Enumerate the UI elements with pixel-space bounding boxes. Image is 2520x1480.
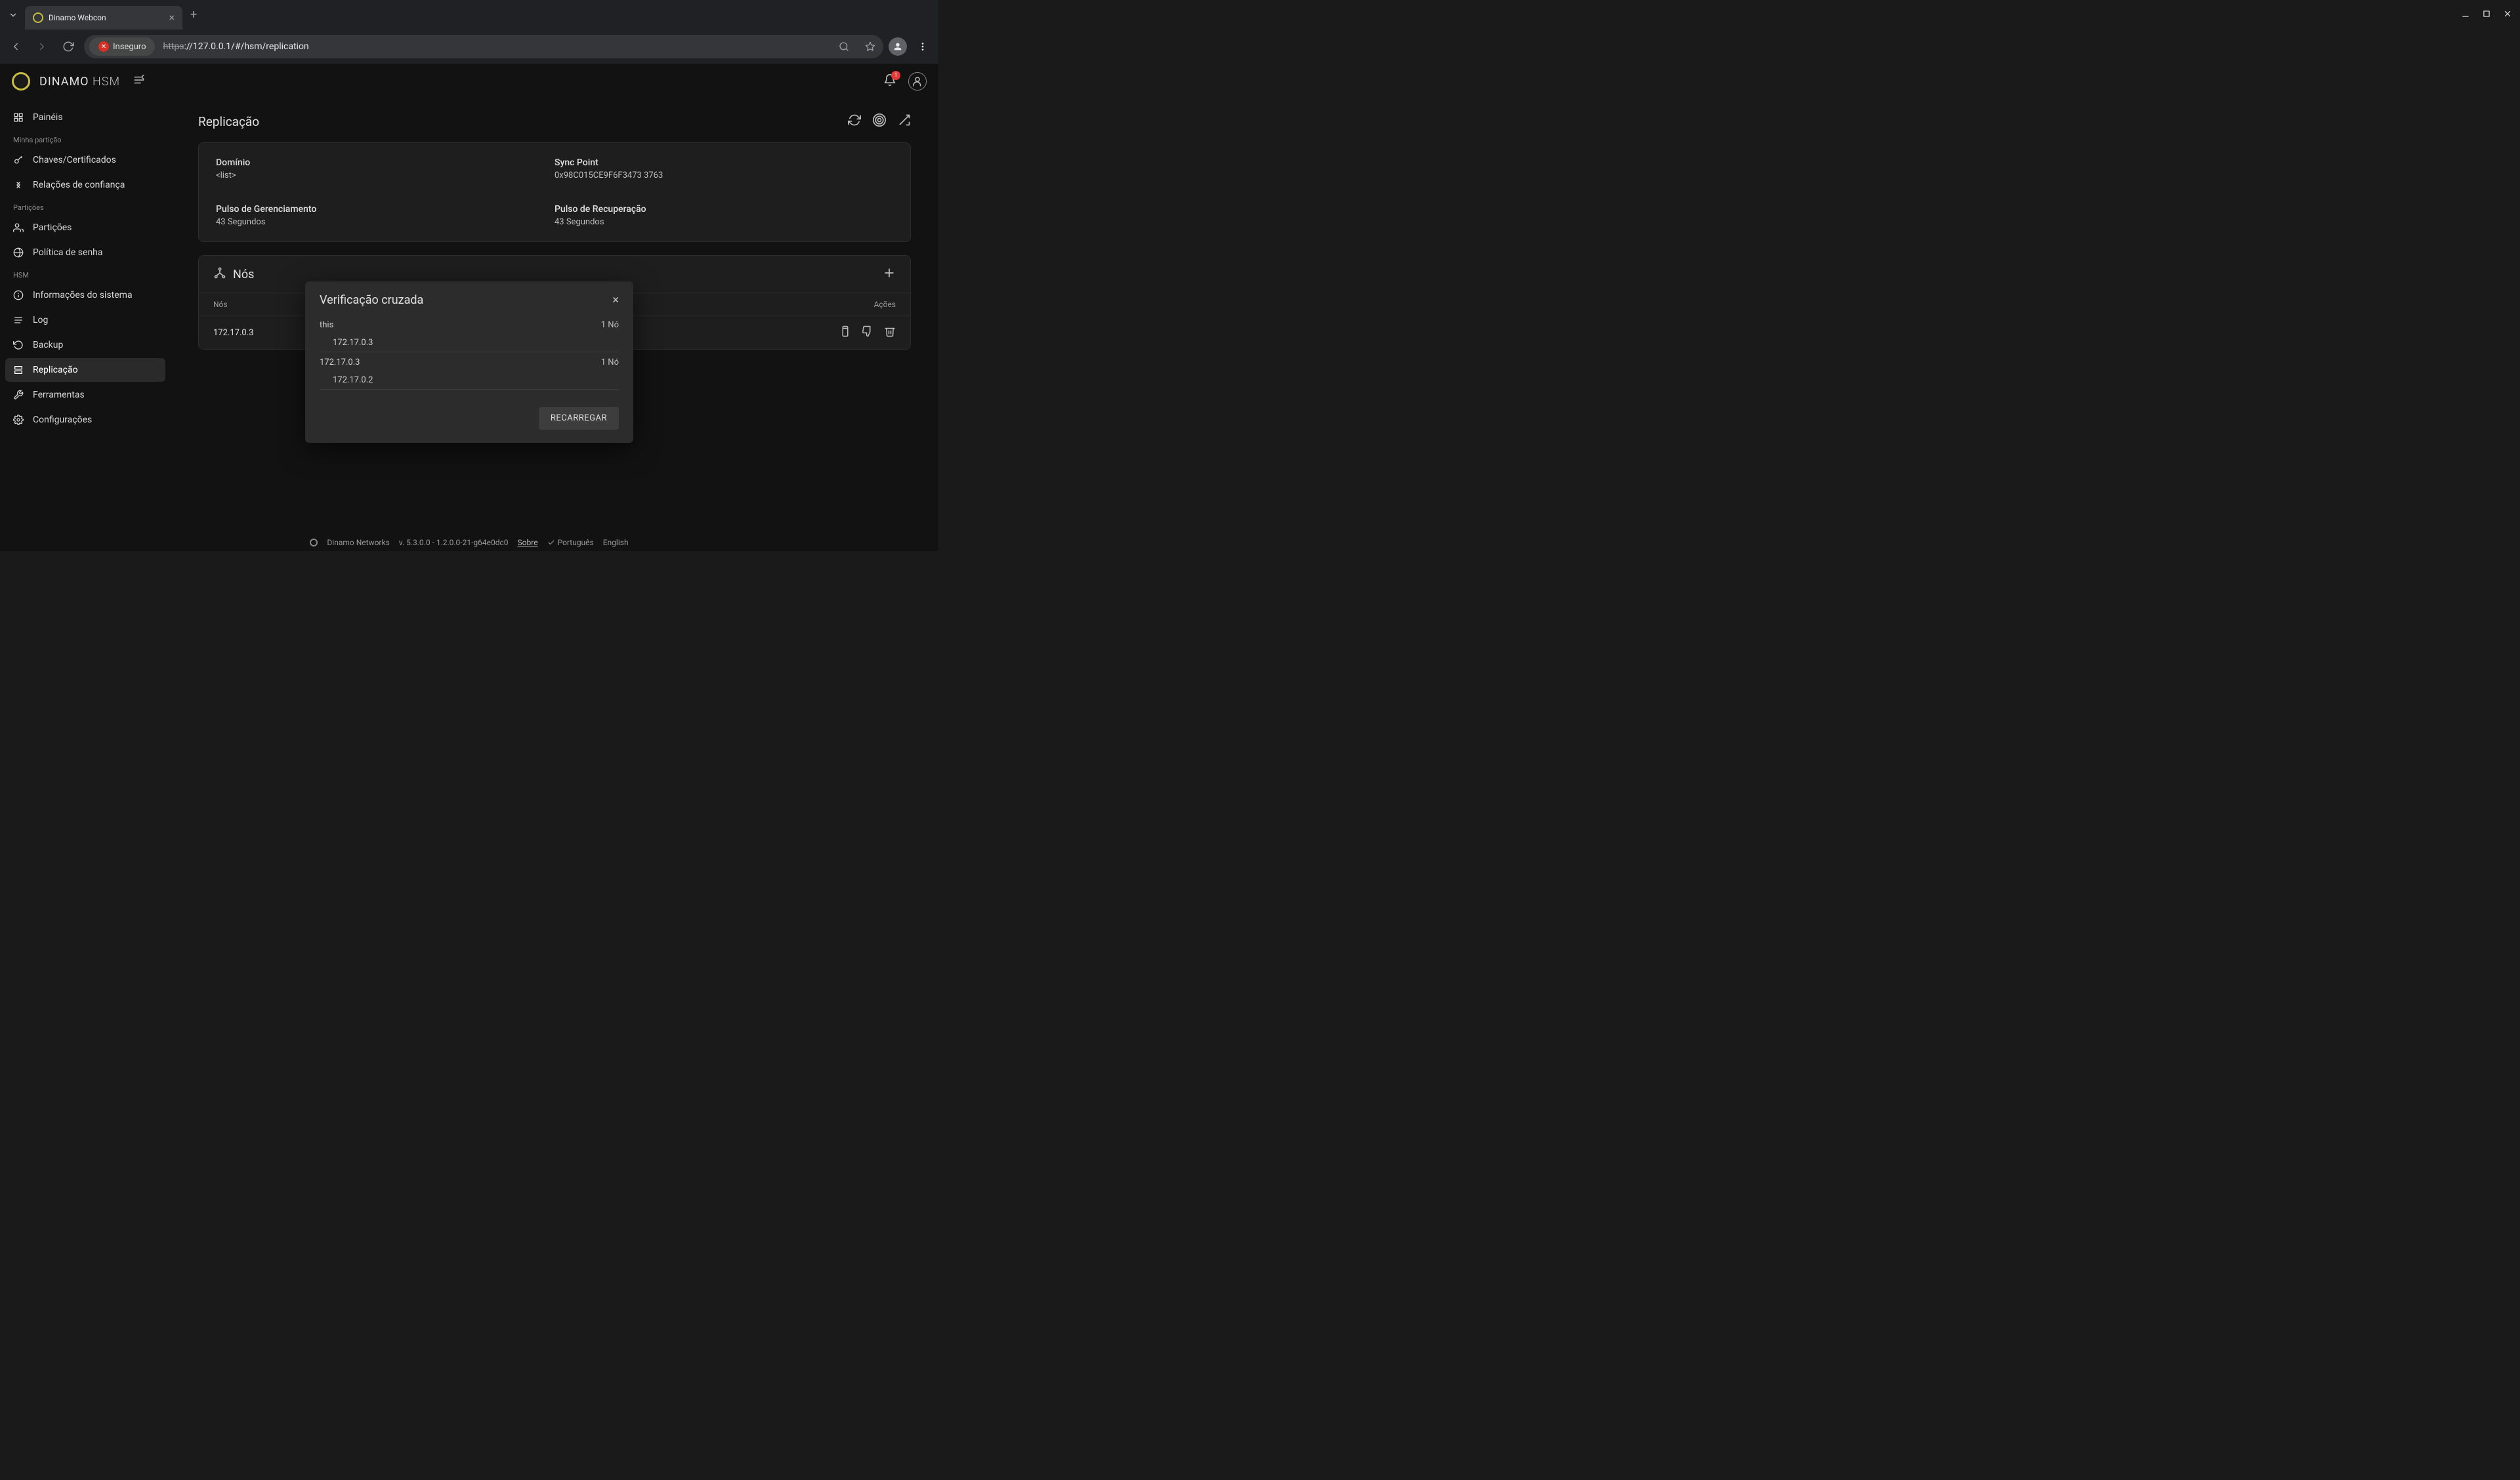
notification-badge: 1 — [891, 71, 900, 80]
dominio-value: <list> — [216, 171, 555, 180]
sidebar-item-replicacao[interactable]: Replicação — [5, 358, 165, 382]
nodes-title: Nós — [233, 268, 254, 281]
node-sync-icon[interactable] — [839, 325, 851, 340]
sidebar-item-configuracoes[interactable]: Configurações — [5, 408, 165, 432]
sidebar-item-log[interactable]: Log — [5, 308, 165, 332]
sync-icon[interactable] — [848, 113, 861, 129]
sidebar-item-chaves[interactable]: Chaves/Certificados — [5, 148, 165, 172]
hub-icon — [213, 266, 226, 282]
sidebar: Painéis Minha partição Chaves/Certificad… — [0, 99, 171, 551]
new-tab-button[interactable]: + — [190, 8, 197, 22]
sidebar-item-info[interactable]: Informações do sistema — [5, 283, 165, 307]
cv-sub: 172.17.0.3 — [320, 334, 619, 352]
cv-sub: 172.17.0.2 — [320, 371, 619, 390]
tab-title: Dinamo Webcon — [49, 13, 163, 22]
sidebar-item-backup[interactable]: Backup — [5, 333, 165, 357]
bookmark-icon[interactable] — [860, 36, 881, 57]
merge-icon[interactable] — [898, 113, 911, 129]
cross-verify-modal: Verificação cruzada × this1 Nó 172.17.0.… — [305, 281, 633, 443]
forward-button[interactable] — [32, 36, 52, 57]
sync-value: 0x98C015CE9F6F3473 3763 — [555, 171, 893, 180]
footer-logo-icon — [310, 539, 318, 546]
sidebar-item-politica[interactable]: Política de senha — [5, 241, 165, 264]
browser-tab[interactable]: Dinamo Webcon × — [25, 6, 182, 30]
user-avatar[interactable] — [908, 72, 927, 91]
node-dislike-icon[interactable] — [862, 325, 873, 340]
modal-title: Verificação cruzada — [320, 293, 423, 307]
window-close-icon[interactable] — [2503, 9, 2512, 21]
minimize-icon[interactable] — [2461, 9, 2470, 21]
cv-row: this1 Nó — [320, 316, 619, 334]
broadcast-icon[interactable] — [873, 113, 886, 129]
footer-about-link[interactable]: Sobre — [518, 538, 538, 547]
node-ip: 172.17.0.3 — [213, 328, 253, 338]
tab-dropdown[interactable] — [4, 6, 22, 24]
notifications-button[interactable]: 1 — [883, 73, 896, 89]
dominio-label: Domínio — [216, 157, 555, 168]
sidebar-item-relacoes[interactable]: Relações de confiança — [5, 173, 165, 197]
address-bar[interactable]: ✕ Inseguro https://127.0.0.1/#/hsm/repli… — [84, 35, 883, 58]
reload-button[interactable] — [58, 36, 79, 57]
page-title: Replicação — [198, 114, 259, 129]
zoom-icon[interactable] — [833, 36, 854, 57]
app-header: DINAMO HSM 1 — [0, 64, 938, 99]
app-logo-icon — [12, 72, 30, 91]
maximize-icon[interactable] — [2482, 9, 2491, 21]
col-acoes: Ações — [873, 300, 896, 309]
warning-icon: ✕ — [98, 41, 109, 52]
add-node-button[interactable] — [883, 266, 896, 282]
sidebar-heading-hsm: HSM — [5, 266, 165, 282]
pulso-r-value: 43 Segundos — [555, 217, 893, 227]
col-nos: Nós — [213, 300, 228, 309]
menu-icon[interactable] — [912, 36, 933, 57]
modal-close-icon[interactable]: × — [612, 293, 619, 307]
back-button[interactable] — [5, 36, 26, 57]
security-label: Inseguro — [113, 42, 146, 52]
pulso-g-value: 43 Segundos — [216, 217, 555, 227]
profile-icon[interactable] — [889, 37, 907, 56]
footer-version: v. 5.3.0.0 - 1.2.0.0-21-g64e0dc0 — [399, 538, 509, 547]
sidebar-heading-partition: Minha partição — [5, 131, 165, 147]
tab-favicon-icon — [33, 12, 43, 23]
tab-close-icon[interactable]: × — [169, 11, 175, 24]
security-chip[interactable]: ✕ Inseguro — [89, 37, 155, 56]
footer: Dinamo Networks v. 5.3.0.0 - 1.2.0.0-21-… — [0, 538, 938, 547]
cv-row: 172.17.0.31 Nó — [320, 354, 619, 371]
lang-pt[interactable]: Português — [547, 538, 594, 547]
sidebar-item-paineis[interactable]: Painéis — [5, 106, 165, 129]
sidebar-toggle-icon[interactable] — [133, 74, 145, 89]
sidebar-item-particoes[interactable]: Partições — [5, 216, 165, 239]
node-delete-icon[interactable] — [884, 325, 896, 340]
reload-button[interactable]: RECARREGAR — [539, 407, 619, 430]
app-title: DINAMO HSM — [39, 75, 120, 89]
lang-en[interactable]: English — [603, 538, 629, 547]
pulso-g-label: Pulso de Gerenciamento — [216, 204, 555, 215]
sidebar-item-ferramentas[interactable]: Ferramentas — [5, 383, 165, 407]
sync-label: Sync Point — [555, 157, 893, 168]
pulso-r-label: Pulso de Recuperação — [555, 204, 893, 215]
info-card: Domínio <list> Sync Point 0x98C015CE9F6F34… — [198, 142, 911, 242]
footer-company: Dinamo Networks — [327, 538, 389, 547]
url-text: https://127.0.0.1/#/hsm/replication — [160, 41, 828, 52]
sidebar-heading-partitions: Partições — [5, 198, 165, 215]
